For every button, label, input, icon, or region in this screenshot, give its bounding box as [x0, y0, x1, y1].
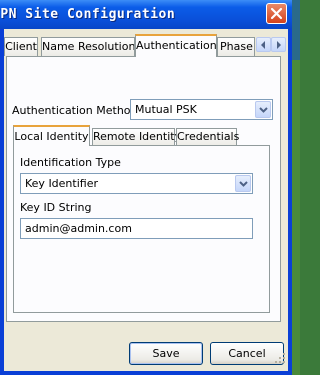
arrow-left-icon: [261, 41, 265, 49]
authentication-method-select[interactable]: Mutual PSK: [130, 99, 273, 120]
tab-name-resolution-label: Name Resolution: [42, 40, 135, 53]
tab-scroll-left-button[interactable]: [256, 37, 271, 52]
subtab-local-identity[interactable]: Local Identity: [13, 125, 90, 146]
chevron-down-icon: [239, 181, 248, 187]
identification-type-dropdown-button[interactable]: [235, 175, 251, 192]
authentication-method-label: Authentication Method: [12, 104, 138, 117]
key-id-string-input[interactable]: admin@admin.com: [20, 218, 253, 239]
subtab-remote-identity[interactable]: Remote Identity: [92, 128, 181, 146]
local-identity-panel: Identification Type Key Identifier Key I…: [13, 145, 270, 313]
dialog-body: Client Name Resolution Authentication Ph…: [4, 29, 288, 371]
identification-type-select[interactable]: Key Identifier: [20, 173, 253, 194]
subtab-credentials[interactable]: Credentials: [176, 128, 240, 146]
tab-phase[interactable]: Phase: [217, 37, 255, 56]
subtab-remote-identity-label: Remote Identity: [93, 130, 182, 143]
cancel-button[interactable]: Cancel: [210, 342, 284, 365]
window-title: VPN Site Configuration: [0, 7, 176, 22]
window-frame-bottom: [0, 371, 292, 375]
subtab-local-identity-label: Local Identity: [14, 130, 89, 143]
tab-client[interactable]: Client: [4, 37, 38, 56]
authentication-method-value: Mutual PSK: [135, 103, 197, 116]
tab-scroll-right-button[interactable]: [271, 37, 286, 52]
tab-name-resolution[interactable]: Name Resolution: [41, 37, 135, 56]
title-bar[interactable]: VPN Site Configuration: [0, 0, 292, 29]
key-id-string-label: Key ID String: [20, 201, 92, 214]
identification-type-value: Key Identifier: [25, 177, 98, 190]
tab-client-label: Client: [5, 40, 37, 53]
authentication-panel: Authentication Method Mutual PSK Local I…: [6, 56, 281, 322]
save-button[interactable]: Save: [129, 342, 203, 365]
tab-authentication[interactable]: Authentication: [135, 34, 217, 57]
chevron-down-icon: [259, 107, 268, 113]
close-button[interactable]: [266, 3, 287, 24]
tab-authentication-label: Authentication: [136, 39, 217, 52]
subtab-credentials-label: Credentials: [177, 130, 240, 143]
identification-type-label: Identification Type: [20, 156, 121, 169]
resize-grip-icon[interactable]: [274, 352, 286, 364]
authentication-method-dropdown-button[interactable]: [255, 101, 271, 118]
arrow-right-icon: [277, 41, 281, 49]
vpn-site-configuration-window: VPN Site Configuration Client Name Resol…: [0, 0, 292, 375]
close-icon: [270, 7, 283, 20]
tab-phase-label: Phase: [220, 40, 253, 53]
